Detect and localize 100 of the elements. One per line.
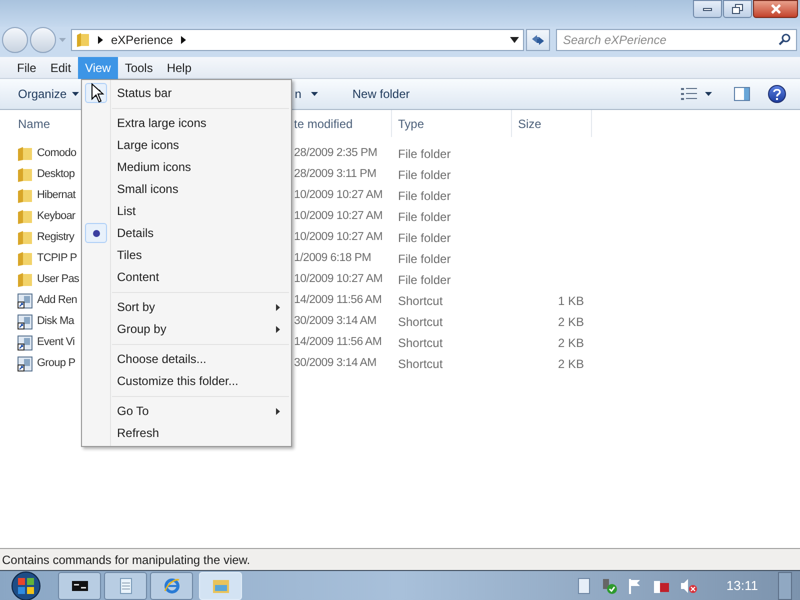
- folder-icon: [17, 146, 33, 162]
- menu-item[interactable]: Details: [82, 222, 291, 244]
- file-name[interactable]: Add Ren: [37, 292, 78, 309]
- date-cell: 28/2009 3:11 PM: [294, 168, 376, 180]
- file-name[interactable]: Disk Ma: [37, 313, 74, 330]
- type-cell: File folder: [398, 252, 451, 266]
- chevron-icon[interactable]: [181, 36, 186, 44]
- shortcut-icon: [17, 334, 33, 350]
- caret-icon: [311, 92, 318, 96]
- menu-item[interactable]: Help: [160, 56, 199, 78]
- folder-icon: [17, 166, 33, 182]
- dropdown-icon[interactable]: [510, 37, 519, 43]
- menu-item[interactable]: Sort by: [82, 296, 291, 318]
- notepad-icon: [120, 578, 132, 594]
- file-name[interactable]: TCPIP P: [37, 250, 77, 267]
- menu-item[interactable]: Edit: [43, 56, 78, 78]
- search-field[interactable]: Search eXPerience: [556, 29, 797, 51]
- type-cell: File folder: [398, 210, 451, 224]
- menu-item[interactable]: Small icons: [82, 178, 291, 200]
- date-cell: 10/2009 10:27 AM: [294, 188, 383, 201]
- restore-icon: [732, 4, 743, 14]
- type-cell: Shortcut: [398, 356, 443, 370]
- pane-icon: [734, 87, 750, 101]
- menu-item[interactable]: Extra large icons: [82, 112, 291, 134]
- details-view-icon: [681, 88, 697, 100]
- menu-item[interactable]: List: [82, 200, 291, 222]
- shortcut-icon: [17, 356, 33, 372]
- date-cell: 1/2009 6:18 PM: [294, 252, 371, 264]
- file-name[interactable]: Keyboar: [37, 208, 76, 225]
- help-icon: [773, 88, 781, 100]
- file-name[interactable]: Desktop: [37, 166, 75, 183]
- type-cell: File folder: [398, 168, 451, 182]
- refresh-icon: [531, 34, 545, 46]
- file-name[interactable]: Comodo: [37, 145, 76, 162]
- type-cell: Shortcut: [398, 314, 443, 328]
- date-cell: 30/2009 3:14 AM: [294, 314, 376, 327]
- close-icon: [770, 4, 782, 14]
- search-icon[interactable]: [778, 33, 791, 46]
- size-cell: 2 KB: [558, 336, 584, 350]
- refresh-button[interactable]: [526, 29, 550, 51]
- date-cell: 30/2009 3:14 AM: [294, 356, 376, 369]
- date-cell: 10/2009 10:27 AM: [294, 272, 383, 285]
- caret-icon: [72, 92, 79, 96]
- file-name[interactable]: Group P: [37, 355, 76, 372]
- address-bar[interactable]: eXPerience: [71, 29, 524, 51]
- organize-button[interactable]: Organize: [10, 82, 87, 106]
- help-button[interactable]: [768, 85, 786, 103]
- date-cell: 10/2009 10:27 AM: [294, 230, 383, 243]
- menu-item[interactable]: Content: [82, 266, 291, 288]
- flag-icon[interactable]: [628, 578, 642, 594]
- folder-icon: [17, 272, 33, 288]
- column-header[interactable]: Type: [392, 110, 512, 137]
- size-cell: 1 KB: [558, 294, 584, 308]
- shield-check-icon[interactable]: [600, 576, 618, 594]
- folder-icon: [76, 32, 90, 48]
- column-header[interactable]: Size: [512, 110, 592, 137]
- type-cell: File folder: [398, 230, 451, 244]
- new-folder-button[interactable]: New folder: [346, 82, 416, 106]
- menu-item[interactable]: Medium icons: [82, 156, 291, 178]
- minimize-button[interactable]: [693, 0, 722, 18]
- toolbar-button[interactable]: n: [294, 82, 324, 106]
- menu-item[interactable]: Customize this folder...: [82, 370, 291, 392]
- shortcut-icon: [17, 314, 33, 330]
- menu-item[interactable]: Refresh: [82, 422, 291, 444]
- menu-item[interactable]: Large icons: [82, 134, 291, 156]
- caret-icon: [705, 92, 712, 96]
- console-icon: [72, 580, 88, 590]
- menu-item[interactable]: Tiles: [82, 244, 291, 266]
- folder-icon: [17, 250, 33, 266]
- restore-button[interactable]: [723, 0, 752, 18]
- column-header[interactable]: Name: [0, 110, 80, 137]
- file-name[interactable]: Hibernat: [37, 187, 76, 204]
- folder-icon: [17, 230, 33, 246]
- close-button[interactable]: [753, 0, 798, 18]
- type-cell: Shortcut: [398, 294, 443, 308]
- breadcrumb[interactable]: eXPerience: [111, 31, 174, 49]
- folder-icon: [212, 578, 230, 594]
- menu-item[interactable]: File: [10, 56, 44, 78]
- file-name[interactable]: Registry: [37, 229, 74, 246]
- taskbar-button[interactable]: [58, 572, 101, 600]
- minimize-icon: [703, 8, 712, 10]
- chevron-icon[interactable]: [98, 36, 103, 44]
- file-name[interactable]: User Pas: [37, 271, 80, 288]
- date-cell: 28/2009 2:35 PM: [294, 146, 378, 159]
- status-text: Contains commands for manipulating the view.: [2, 552, 250, 568]
- menu-item[interactable]: Choose details...: [82, 348, 291, 370]
- menu-item[interactable]: Group by: [82, 318, 291, 340]
- date-cell: 10/2009 10:27 AM: [294, 210, 383, 222]
- date-cell: 14/2009 11:56 AM: [294, 294, 382, 306]
- menu-item[interactable]: Go To: [82, 400, 291, 422]
- type-cell: Shortcut: [398, 336, 443, 350]
- speaker-muted-icon[interactable]: [680, 576, 698, 594]
- type-cell: File folder: [398, 272, 451, 286]
- submenu-arrow-icon: [276, 408, 280, 414]
- date-cell: 14/2009 11:56 AM: [294, 336, 382, 348]
- file-name[interactable]: Event Vi: [37, 334, 75, 351]
- document-icon[interactable]: [578, 578, 590, 594]
- mouse-cursor-icon: [91, 83, 105, 103]
- column-header[interactable]: te modified: [294, 110, 392, 137]
- menu-item[interactable]: Tools: [118, 56, 160, 78]
